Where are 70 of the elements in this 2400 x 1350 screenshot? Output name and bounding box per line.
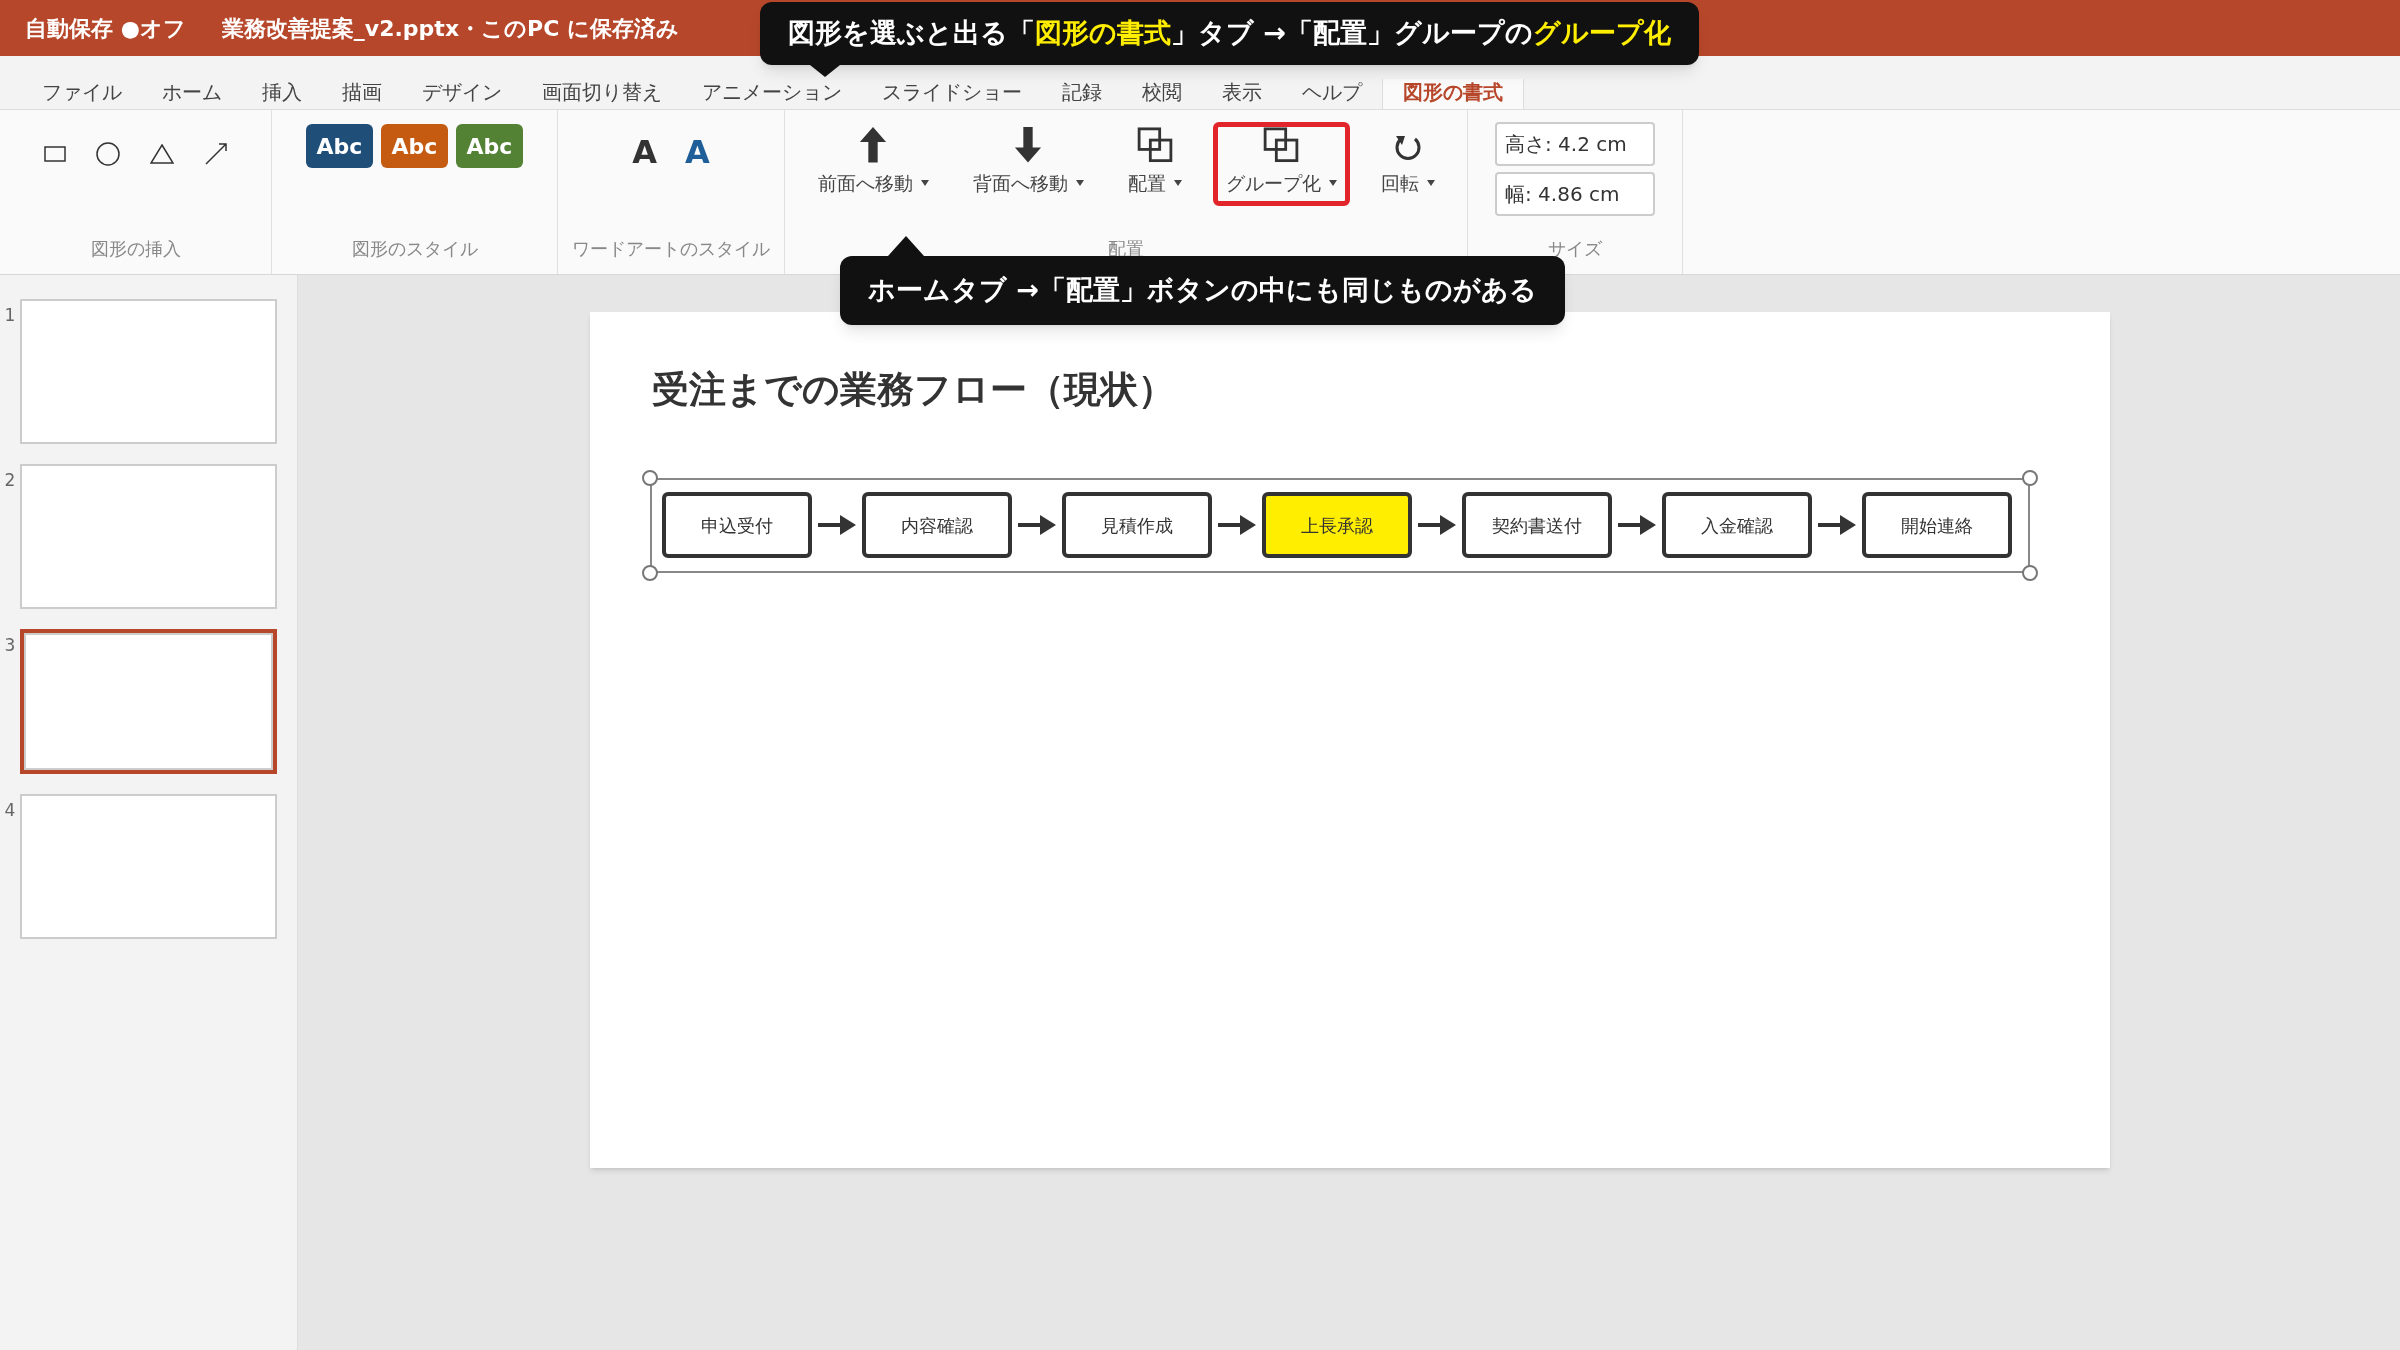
style-swatch[interactable]: Abc bbox=[306, 124, 373, 168]
slide-number: 4 bbox=[3, 799, 17, 822]
caret-icon bbox=[1173, 179, 1182, 186]
ribbon-tab[interactable]: 表示 bbox=[1202, 79, 1282, 109]
caret-icon bbox=[920, 179, 929, 186]
arrange-icon bbox=[1135, 127, 1174, 163]
resize-handle[interactable] bbox=[642, 469, 658, 486]
slide-thumbnail[interactable] bbox=[20, 629, 277, 774]
ribbon-tab[interactable]: デザイン bbox=[402, 79, 522, 109]
size-field[interactable]: 高さ: 4.2 cm bbox=[1495, 122, 1655, 166]
style-swatch[interactable]: Abc bbox=[456, 124, 523, 168]
ribbon-tab[interactable]: 挿入 bbox=[242, 79, 322, 109]
slide-number: 3 bbox=[3, 634, 17, 657]
ribbon-button[interactable]: 回転 bbox=[1367, 122, 1448, 206]
ribbon-tab[interactable]: 描画 bbox=[322, 79, 402, 109]
flow-step: 契約書送付 bbox=[1462, 492, 1612, 558]
ribbon-button[interactable]: グループ化 bbox=[1212, 122, 1350, 206]
flow-step: 開始連絡 bbox=[1862, 492, 2012, 558]
flow-step: 内容確認 bbox=[862, 492, 1012, 558]
ribbon-button[interactable]: 背面へ移動 bbox=[959, 122, 1097, 206]
wordart-sample[interactable]: A bbox=[632, 128, 657, 176]
selection-frame[interactable]: 申込受付 内容確認 見積作成 上長承認 契約書送付 入金確認 開始連絡 bbox=[650, 477, 2030, 573]
autosave-status[interactable]: 自動保存 ●オフ bbox=[25, 11, 186, 45]
group-label: ワードアートのスタイル bbox=[572, 237, 770, 261]
circle-icon[interactable] bbox=[95, 142, 120, 166]
size-field[interactable]: 幅: 4.86 cm bbox=[1495, 172, 1655, 216]
ribbon-tab[interactable]: ファイル bbox=[22, 79, 142, 109]
flow-arrow bbox=[1018, 515, 1056, 535]
triangle-icon[interactable] bbox=[149, 144, 174, 164]
ribbon-tab[interactable]: 記録 bbox=[1042, 79, 1122, 109]
resize-handle[interactable] bbox=[642, 564, 658, 581]
ribbon-tab[interactable]: アニメーション bbox=[682, 79, 862, 109]
caret-icon bbox=[1328, 179, 1337, 186]
callout-pointer bbox=[810, 64, 840, 77]
callout-tooltip: 図形を選ぶと出る「図形の書式」タブ →「配置」グループのグループ化 bbox=[760, 2, 1700, 65]
flow-step: 上長承認 bbox=[1262, 492, 1412, 558]
ribbon-button[interactable]: 配置 bbox=[1114, 122, 1195, 206]
down-arrow-icon bbox=[1014, 127, 1042, 163]
callout-pointer bbox=[888, 236, 924, 256]
flow-arrow bbox=[1818, 515, 1856, 535]
group-label: 図形の挿入 bbox=[90, 237, 181, 261]
ribbon-button[interactable]: 前面へ移動 bbox=[804, 122, 942, 206]
flow-arrow bbox=[1618, 515, 1656, 535]
slide-title: 受注までの業務フロー（現状） bbox=[651, 367, 1176, 413]
ribbon-tab[interactable]: 校閲 bbox=[1122, 79, 1202, 109]
style-swatch[interactable]: Abc bbox=[381, 124, 448, 168]
resize-handle[interactable] bbox=[2022, 469, 2038, 486]
slide-number: 1 bbox=[3, 304, 17, 327]
flow-step: 見積作成 bbox=[1062, 492, 1212, 558]
document-title: 業務改善提案_v2.pptx・このPC に保存済み bbox=[221, 14, 679, 43]
flow-arrow bbox=[1218, 515, 1256, 535]
group-label: 図形のスタイル bbox=[351, 237, 478, 261]
ribbon-tab[interactable]: ヘルプ bbox=[1282, 79, 1382, 109]
group-icon bbox=[1262, 127, 1300, 163]
caret-icon bbox=[1426, 179, 1435, 186]
up-arrow-icon bbox=[859, 127, 887, 163]
flow-arrow bbox=[818, 515, 856, 535]
caret-icon bbox=[1075, 179, 1084, 186]
ribbon-tab[interactable]: 画面切り替え bbox=[522, 79, 682, 109]
ribbon-tab[interactable]: ホーム bbox=[142, 79, 242, 109]
ribbon-tab[interactable]: 図形の書式 bbox=[1382, 79, 1524, 109]
resize-handle[interactable] bbox=[2022, 564, 2038, 581]
flow-step: 申込受付 bbox=[662, 492, 812, 558]
rectangle-icon[interactable] bbox=[43, 146, 66, 162]
line-arrow-icon[interactable] bbox=[203, 142, 228, 166]
flow-arrow bbox=[1418, 515, 1456, 535]
ribbon-tab[interactable]: スライドショー bbox=[862, 79, 1042, 109]
flow-step: 入金確認 bbox=[1662, 492, 1812, 558]
wordart-sample[interactable]: A bbox=[685, 128, 710, 176]
slide-number: 2 bbox=[3, 469, 17, 492]
